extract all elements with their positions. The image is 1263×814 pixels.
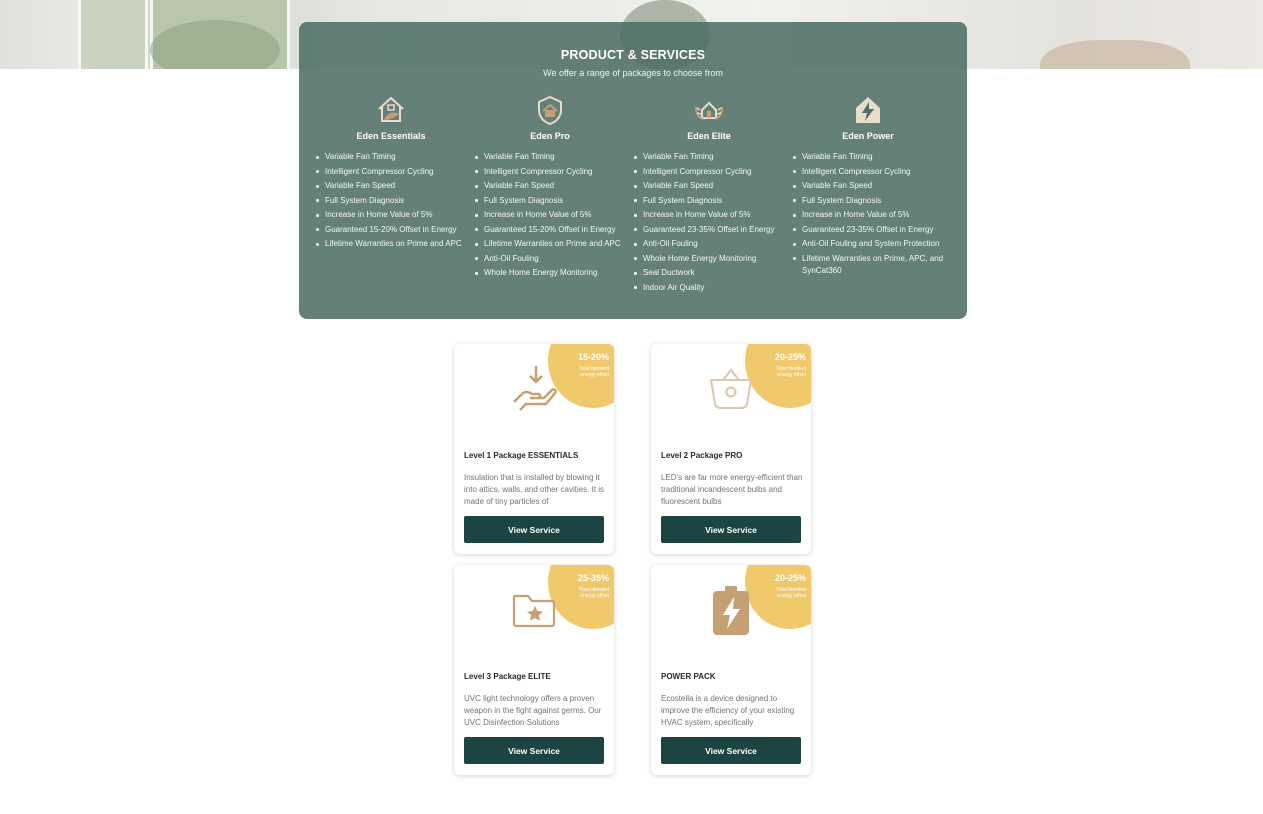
feature-list: Variable Fan Timing Intelligent Compress…: [788, 151, 948, 277]
list-item: Variable Fan Timing: [475, 151, 630, 163]
list-item: Lifetime Warranties on Prime and APC: [475, 238, 630, 250]
list-item: Anti-Oil Fouling: [475, 253, 630, 265]
products-services-panel: PRODUCT & SERVICES We offer a range of p…: [299, 22, 967, 319]
card-description: LED's are far more energy-efficient than…: [661, 473, 803, 506]
package-column-power: Eden Power Variable Fan Timing Intellige…: [788, 94, 948, 279]
card-description: Ecostella is a device designed to improv…: [661, 694, 795, 727]
package-card-elite: 25-35% Total blended energy offset Level…: [454, 565, 614, 775]
view-service-button[interactable]: View Service: [661, 737, 801, 764]
section-subtitle: We offer a range of packages to choose f…: [543, 68, 723, 78]
list-item: Anti-Oil Fouling: [634, 238, 789, 250]
list-item: Whole Home Energy Monitoring: [634, 253, 789, 265]
list-item: Increase in Home Value of 5%: [634, 209, 789, 221]
view-service-button[interactable]: View Service: [661, 516, 801, 543]
list-item: Variable Fan Timing: [316, 151, 471, 163]
list-item: Intelligent Compressor Cycling: [475, 166, 630, 178]
list-item: Variable Fan Speed: [634, 180, 789, 192]
package-card-power: 20-25% Total blended energy offset POWER…: [651, 565, 811, 775]
card-description: Insulation that is installed by blowing …: [464, 473, 605, 506]
card-title: POWER PACK: [661, 672, 716, 681]
badge-label: Total blended energy offset: [579, 366, 609, 378]
hand-download-icon: [513, 366, 557, 411]
list-item: Variable Fan Timing: [634, 151, 789, 163]
list-item: Variable Fan Speed: [316, 180, 471, 192]
list-item: Intelligent Compressor Cycling: [634, 166, 789, 178]
list-item: Guaranteed 23-35% Offset in Energy: [634, 224, 789, 236]
badge-percentage: 25-35%: [577, 573, 609, 583]
badge-percentage: 20-25%: [774, 573, 806, 583]
package-card-pro: 20-25% Total blended energy offset Level…: [651, 344, 811, 554]
house-laurel-icon: [695, 101, 723, 120]
list-item: Increase in Home Value of 5%: [475, 209, 630, 221]
folder-star-icon: [512, 594, 556, 628]
list-item: Lifetime Warranties on Prime and APC: [316, 238, 471, 250]
window-frame: [78, 0, 148, 69]
list-item: Seal Ductwork: [634, 267, 789, 279]
list-item: Full System Diagnosis: [475, 195, 630, 207]
section-title: PRODUCT & SERVICES: [560, 48, 706, 62]
feature-list: Variable Fan Timing Intelligent Compress…: [311, 151, 471, 250]
package-name: Eden Power: [842, 131, 894, 141]
list-item: Guaranteed 15-20% Offset in Energy: [475, 224, 630, 236]
list-item: Lifetime Warranties on Prime, APC, and S…: [793, 253, 948, 277]
list-item: Intelligent Compressor Cycling: [793, 166, 948, 178]
house-leaf-icon: [378, 96, 404, 122]
package-column-essentials: Eden Essentials Variable Fan Timing Inte…: [311, 94, 471, 253]
view-service-button[interactable]: View Service: [464, 516, 604, 543]
list-item: Increase in Home Value of 5%: [316, 209, 471, 221]
package-name: Eden Pro: [530, 131, 570, 141]
badge-label: Total blended energy offset: [579, 587, 609, 599]
package-card-essentials: 15-20% Total blended energy offset Level…: [454, 344, 614, 554]
list-item: Indoor Air Quality: [634, 282, 789, 294]
package-column-elite: Eden Elite Variable Fan Timing Intellige…: [629, 94, 789, 296]
badge-label: Total blended energy offset: [776, 366, 806, 378]
card-title: Level 2 Package PRO: [661, 451, 743, 460]
list-item: Whole Home Energy Monitoring: [475, 267, 630, 279]
badge-label: Total blended energy offset: [776, 587, 806, 599]
list-item: Guaranteed 15-20% Offset in Energy: [316, 224, 471, 236]
card-title: Level 1 Package ESSENTIALS: [464, 451, 579, 460]
sofa-shape: [1040, 40, 1190, 69]
house-bolt-icon: [856, 97, 880, 123]
list-item: Full System Diagnosis: [634, 195, 789, 207]
badge-percentage: 15-20%: [577, 352, 609, 362]
list-item: Anti-Oil Fouling and System Protection: [793, 238, 948, 250]
badge-percentage: 20-25%: [774, 352, 806, 362]
card-title: Level 3 Package ELITE: [464, 672, 551, 681]
view-service-button[interactable]: View Service: [464, 737, 604, 764]
list-item: Guaranteed 23-35% Offset in Energy: [793, 224, 948, 236]
package-name: Eden Essentials: [356, 131, 426, 141]
package-name: Eden Elite: [687, 131, 731, 141]
battery-bolt-icon: [713, 586, 749, 635]
list-item: Full System Diagnosis: [316, 195, 471, 207]
card-description: UVC light technology offers a proven wea…: [464, 694, 602, 727]
list-item: Variable Fan Timing: [793, 151, 948, 163]
list-item: Full System Diagnosis: [793, 195, 948, 207]
house-shield-icon: [538, 95, 562, 126]
feature-list: Variable Fan Timing Intelligent Compress…: [470, 151, 630, 279]
list-item: Variable Fan Speed: [793, 180, 948, 192]
basket-icon: [710, 368, 752, 409]
list-item: Intelligent Compressor Cycling: [316, 166, 471, 178]
feature-list: Variable Fan Timing Intelligent Compress…: [629, 151, 789, 294]
package-column-pro: Eden Pro Variable Fan Timing Intelligent…: [470, 94, 630, 282]
list-item: Increase in Home Value of 5%: [793, 209, 948, 221]
list-item: Variable Fan Speed: [475, 180, 630, 192]
